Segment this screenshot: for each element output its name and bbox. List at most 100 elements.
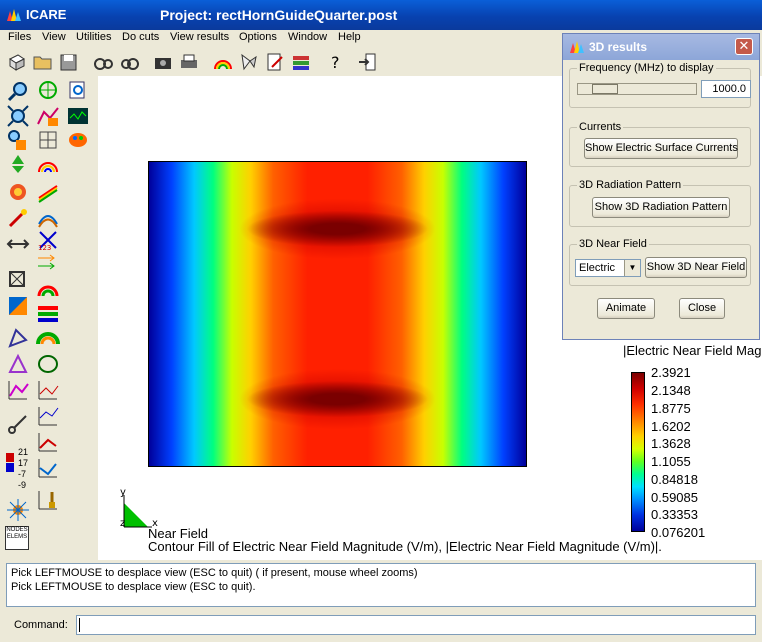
scale-number-21: 21	[18, 447, 29, 457]
rainbow-icon[interactable]	[212, 51, 234, 73]
lines-icon[interactable]	[36, 206, 60, 230]
cube-wire-icon[interactable]	[6, 266, 30, 290]
show-currents-button[interactable]: Show Electric Surface Currents	[584, 138, 738, 159]
near-field-contour-plot[interactable]	[148, 161, 527, 467]
menu-view[interactable]: View	[42, 31, 66, 43]
legend-value: 0.59085	[651, 490, 698, 505]
plot-multi-icon[interactable]	[36, 378, 60, 402]
nodes-elems-icon[interactable]: NODES ELEMS	[5, 526, 29, 550]
probe-icon[interactable]	[6, 206, 30, 230]
exit-icon[interactable]	[356, 51, 378, 73]
node-numbers-icon[interactable]: 123	[36, 228, 60, 252]
save-disk-icon[interactable]	[58, 51, 80, 73]
arrows-icon[interactable]	[6, 232, 30, 256]
printer-icon[interactable]	[178, 51, 200, 73]
zoom-page-icon[interactable]	[66, 78, 90, 102]
axis-y-label: y	[120, 487, 126, 498]
menu-files[interactable]: Files	[8, 31, 31, 43]
legend-value: 1.6202	[651, 419, 691, 434]
show-near-field-button[interactable]: Show 3D Near Field	[645, 257, 747, 278]
recycle-icon[interactable]	[6, 152, 30, 176]
spectrum-icon[interactable]	[36, 180, 60, 204]
scale-number-17: 17	[18, 458, 29, 468]
legend-value: 2.3921	[651, 365, 691, 380]
rotate-left-icon[interactable]	[92, 51, 114, 73]
plot-compare-icon[interactable]	[36, 456, 60, 480]
zoom-out-icon[interactable]	[6, 104, 30, 128]
brush-icon[interactable]	[36, 488, 60, 512]
zoom-icon[interactable]	[6, 80, 30, 104]
axis-z-label: z	[120, 518, 125, 529]
fire-object-icon[interactable]	[6, 180, 30, 204]
icare-logo-icon	[7, 9, 21, 21]
console-line: Pick LEFTMOUSE to desplace view (ESC to …	[11, 581, 256, 593]
field-type-value: Electric	[579, 262, 616, 274]
frequency-slider[interactable]	[577, 83, 697, 95]
color-legend-bar	[631, 372, 645, 532]
edit-doc-icon[interactable]	[264, 51, 286, 73]
plot-dots-icon[interactable]	[36, 404, 60, 428]
oscilloscope-icon[interactable]	[66, 104, 90, 128]
menu-window[interactable]: Window	[288, 31, 327, 43]
scissors-icon[interactable]	[6, 412, 30, 436]
command-label: Command:	[14, 619, 68, 631]
dialog-close-button[interactable]: ✕	[735, 38, 753, 55]
rainbow-small-icon[interactable]	[36, 276, 60, 300]
plot-arrow-icon[interactable]	[36, 430, 60, 454]
camera-icon[interactable]	[152, 51, 174, 73]
left-tool-palette: 123 21 17 -7 -9 NODES ELEMS	[0, 76, 98, 560]
palette-icon[interactable]	[66, 128, 90, 152]
show-radiation-button[interactable]: Show 3D Radiation Pattern	[592, 197, 730, 218]
color-square-icon[interactable]	[6, 294, 30, 318]
vector-arrows-icon[interactable]	[36, 252, 60, 276]
animate-button[interactable]: Animate	[597, 298, 655, 319]
svg-text:123: 123	[38, 244, 51, 252]
dialog-title: 3D results	[589, 40, 648, 54]
star-burst-icon[interactable]	[6, 498, 30, 522]
slider-thumb[interactable]	[592, 84, 618, 94]
frequency-label: Frequency (MHz) to display	[577, 62, 716, 74]
app-title: ICARE	[26, 7, 67, 22]
plot-caption-description: Contour Fill of Electric Near Field Magn…	[148, 539, 662, 554]
menu-options[interactable]: Options	[239, 31, 277, 43]
open-folder-icon[interactable]	[32, 51, 54, 73]
close-button[interactable]: Close	[679, 298, 725, 319]
triangle-icon[interactable]	[6, 352, 30, 376]
icare-logo-icon	[570, 41, 584, 53]
polygon-icon[interactable]	[6, 326, 30, 350]
rotate-right-icon[interactable]	[118, 51, 140, 73]
cube-icon[interactable]	[6, 51, 28, 73]
radiation-label: 3D Radiation Pattern	[577, 179, 684, 191]
stripes-icon[interactable]	[36, 302, 60, 326]
legend-value: 0.84818	[651, 472, 698, 487]
menu-do-cuts[interactable]: Do cuts	[122, 31, 159, 43]
command-input[interactable]	[76, 615, 756, 635]
legend-value: 1.1055	[651, 454, 691, 469]
axis-triad: y z x	[120, 487, 158, 529]
console-line: Pick LEFTMOUSE to desplace view (ESC to …	[11, 567, 418, 579]
mesh-grid-icon[interactable]	[36, 128, 60, 152]
surface-icon[interactable]	[36, 352, 60, 376]
color-scale-icon[interactable]	[238, 51, 260, 73]
menu-help[interactable]: Help	[338, 31, 361, 43]
plot-line-icon[interactable]	[6, 378, 30, 402]
svg-text:?: ?	[331, 53, 340, 72]
field-type-select[interactable]: Electric ▼	[575, 259, 641, 277]
pattern-arc-icon[interactable]	[36, 326, 60, 350]
zoom-box-icon[interactable]	[6, 128, 30, 152]
message-console[interactable]: Pick LEFTMOUSE to desplace view (ESC to …	[6, 563, 756, 607]
scale-number-minus7: -7	[18, 469, 27, 479]
legend-value: 0.33353	[651, 507, 698, 522]
menu-view-results[interactable]: View results	[170, 31, 229, 43]
menu-utilities[interactable]: Utilities	[76, 31, 111, 43]
rainbow-arc-icon[interactable]	[36, 152, 60, 176]
frequency-input[interactable]: 1000.0	[701, 80, 751, 98]
help-question-icon[interactable]: ?	[324, 51, 346, 73]
mesh-wire-icon[interactable]	[36, 78, 60, 102]
chevron-down-icon[interactable]: ▼	[624, 260, 640, 276]
legend-value: 1.8775	[651, 401, 691, 416]
color-chart-icon[interactable]	[36, 104, 60, 128]
books-icon[interactable]	[290, 51, 312, 73]
legend-title: |Electric Near Field Magnitude	[623, 343, 762, 358]
dialog-title-bar[interactable]: 3D results ✕	[563, 34, 759, 60]
